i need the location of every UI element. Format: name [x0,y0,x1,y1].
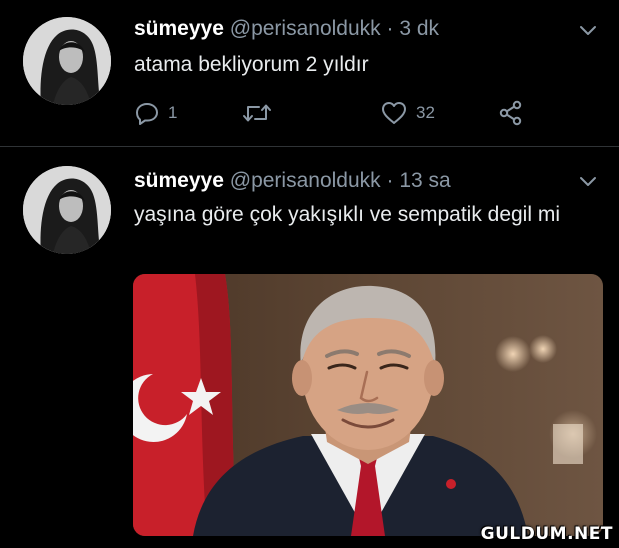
reply-count: 1 [168,103,178,122]
timestamp[interactable]: 13 sa [399,169,450,192]
display-name[interactable]: sümeyye [134,17,224,40]
avatar-photo [23,166,111,254]
reply-button[interactable]: 1 [134,98,177,128]
timestamp[interactable]: 3 dk [399,17,439,40]
tweet-actions: 1 32 [134,98,554,128]
like-count: 32 [416,103,435,122]
chevron-down-icon[interactable] [578,24,598,38]
separator: · [386,169,394,192]
share-icon [498,100,524,126]
tweet[interactable]: sümeyye @perisanoldukk · 13 sa yaşına gö… [0,150,619,548]
reply-icon [134,100,160,126]
watermark: GULDUM.NET [480,524,613,544]
avatar-photo [23,17,111,105]
handle[interactable]: @perisanoldukk [230,169,381,192]
tweet-header: sümeyye @perisanoldukk · 3 dk [134,17,439,41]
handle[interactable]: @perisanoldukk [230,17,381,40]
tweet-text: atama bekliyorum 2 yıldır [134,53,369,76]
like-button[interactable]: 32 [380,98,435,128]
chevron-down-icon[interactable] [578,175,598,189]
display-name[interactable]: sümeyye [134,169,224,192]
share-button[interactable] [498,98,524,128]
tweet-media-photo[interactable] [133,274,603,536]
tweet-text: yaşına göre çok yakışıklı ve sempatik de… [134,203,561,226]
avatar[interactable] [23,166,111,254]
tweet-header: sümeyye @perisanoldukk · 13 sa [134,169,451,193]
tweet-divider [0,146,619,147]
photo-portrait [133,274,603,536]
separator: · [386,17,394,40]
tweet[interactable]: sümeyye @perisanoldukk · 3 dk atama bekl… [0,0,619,147]
avatar[interactable] [23,17,111,105]
retweet-icon [242,100,272,126]
retweet-button[interactable] [242,98,280,128]
heart-icon [380,100,408,126]
